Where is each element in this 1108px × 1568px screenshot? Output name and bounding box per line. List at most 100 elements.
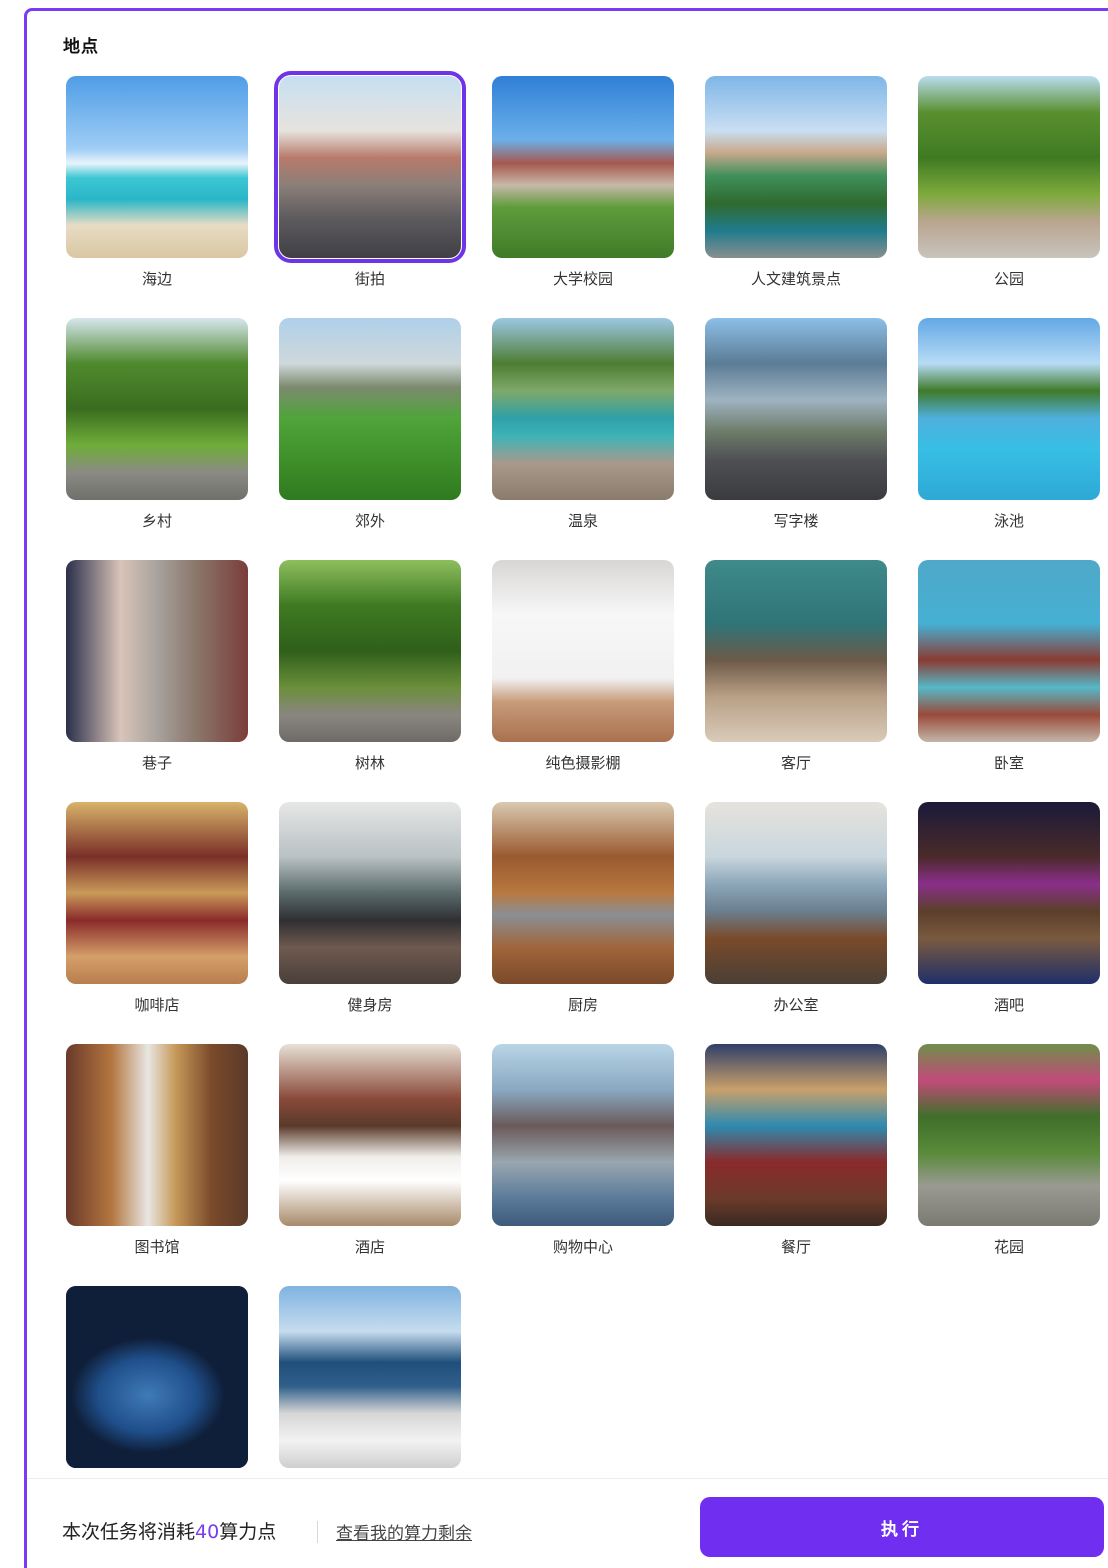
location-tile-yacht[interactable] (279, 1286, 461, 1468)
location-tile-studio[interactable]: 纯色摄影棚 (492, 560, 674, 772)
location-tile-landmark[interactable]: 人文建筑景点 (705, 76, 887, 288)
location-label: 大学校园 (552, 270, 613, 288)
location-thumbnail[interactable] (66, 802, 248, 984)
suburb-scene-image (279, 318, 461, 500)
location-thumbnail[interactable] (492, 1044, 674, 1226)
location-tile-cafe[interactable]: 咖啡店 (66, 802, 248, 1014)
location-tile-mall[interactable]: 购物中心 (492, 1044, 674, 1256)
location-thumbnail[interactable] (279, 1044, 461, 1226)
bedroom-scene-image (918, 560, 1100, 742)
landmark-scene-image (705, 76, 887, 258)
location-tile-living-room[interactable]: 客厅 (705, 560, 887, 772)
location-label: 厨房 (567, 996, 598, 1014)
location-tile-suburb[interactable]: 郊外 (279, 318, 461, 530)
location-thumbnail[interactable] (279, 560, 461, 742)
location-tile-library[interactable]: 图书馆 (66, 1044, 248, 1256)
cost-prefix: 本次任务将消耗 (62, 1521, 196, 1543)
location-thumbnail[interactable] (66, 1286, 248, 1468)
street-scene-image (279, 76, 461, 258)
location-thumbnail[interactable] (66, 76, 248, 258)
restaurant-scene-image (705, 1044, 887, 1226)
location-thumbnail[interactable] (705, 560, 887, 742)
location-label: 乡村 (141, 512, 172, 530)
location-tile-hotspring[interactable]: 温泉 (492, 318, 674, 530)
location-label: 纯色摄影棚 (545, 754, 621, 772)
location-label: 郊外 (354, 512, 385, 530)
office-scene-image (705, 802, 887, 984)
location-thumbnail[interactable] (492, 560, 674, 742)
location-tile-pool[interactable]: 泳池 (918, 318, 1100, 530)
studio-scene-image (492, 560, 674, 742)
location-label: 公园 (993, 270, 1024, 288)
yacht-scene-image (279, 1286, 461, 1468)
location-label: 街拍 (354, 270, 385, 288)
garden-scene-image (918, 1044, 1100, 1226)
location-tile-office-tower[interactable]: 写字楼 (705, 318, 887, 530)
run-button[interactable]: 执行 (700, 1497, 1104, 1557)
location-thumbnail[interactable] (66, 318, 248, 500)
location-tile-bar[interactable]: 酒吧 (918, 802, 1100, 1014)
cost-value: 40 (195, 1521, 220, 1543)
location-tile-hotel[interactable]: 酒店 (279, 1044, 461, 1256)
location-label: 卧室 (993, 754, 1024, 772)
location-tile-forest[interactable]: 树林 (279, 560, 461, 772)
location-tile-spaceship[interactable] (66, 1286, 248, 1468)
view-balance-link[interactable]: 查看我的算力剩余 (336, 1519, 472, 1544)
location-tile-restaurant[interactable]: 餐厅 (705, 1044, 887, 1256)
location-label: 客厅 (780, 754, 811, 772)
location-thumbnail[interactable] (918, 318, 1100, 500)
location-thumbnail[interactable] (492, 802, 674, 984)
location-tile-beach[interactable]: 海边 (66, 76, 248, 288)
location-tile-village[interactable]: 乡村 (66, 318, 248, 530)
location-label: 泳池 (993, 512, 1024, 530)
location-thumbnail[interactable] (66, 1044, 248, 1226)
location-thumbnail[interactable] (492, 318, 674, 500)
hotspring-scene-image (492, 318, 674, 500)
gym-scene-image (279, 802, 461, 984)
spaceship-scene-image (66, 1286, 248, 1468)
footer-bar: 本次任务将消耗40算力点 查看我的算力剩余 执行 (27, 1478, 1108, 1557)
location-thumbnail[interactable] (274, 71, 466, 263)
location-label: 酒店 (354, 1238, 385, 1256)
location-tile-office[interactable]: 办公室 (705, 802, 887, 1014)
location-thumbnail[interactable] (705, 1044, 887, 1226)
beach-scene-image (66, 76, 248, 258)
location-thumbnail[interactable] (918, 76, 1100, 258)
mall-scene-image (492, 1044, 674, 1226)
village-scene-image (66, 318, 248, 500)
hotel-scene-image (279, 1044, 461, 1226)
location-label: 图书馆 (134, 1238, 180, 1256)
park-scene-image (918, 76, 1100, 258)
location-tile-garden[interactable]: 花园 (918, 1044, 1100, 1256)
location-tile-bedroom[interactable]: 卧室 (918, 560, 1100, 772)
location-tile-alley[interactable]: 巷子 (66, 560, 248, 772)
location-label: 办公室 (773, 996, 819, 1014)
location-thumbnail[interactable] (279, 318, 461, 500)
location-thumbnail[interactable] (705, 802, 887, 984)
location-label: 写字楼 (773, 512, 819, 530)
cost-suffix: 算力点 (219, 1521, 277, 1543)
location-tile-kitchen[interactable]: 厨房 (492, 802, 674, 1014)
location-thumbnail[interactable] (66, 560, 248, 742)
kitchen-scene-image (492, 802, 674, 984)
location-thumbnail[interactable] (492, 76, 674, 258)
location-tile-campus[interactable]: 大学校园 (492, 76, 674, 288)
location-thumbnail[interactable] (918, 802, 1100, 984)
location-thumbnail[interactable] (918, 560, 1100, 742)
location-thumbnail[interactable] (279, 1286, 461, 1468)
location-thumbnail[interactable] (918, 1044, 1100, 1226)
office-tower-scene-image (705, 318, 887, 500)
location-tile-gym[interactable]: 健身房 (279, 802, 461, 1014)
location-label: 温泉 (567, 512, 598, 530)
location-label: 树林 (354, 754, 385, 772)
bar-scene-image (918, 802, 1100, 984)
location-tile-park[interactable]: 公园 (918, 76, 1100, 288)
location-thumbnail[interactable] (705, 76, 887, 258)
location-tile-street[interactable]: 街拍 (274, 71, 466, 288)
location-label: 健身房 (347, 996, 393, 1014)
location-thumbnail[interactable] (705, 318, 887, 500)
pool-scene-image (918, 318, 1100, 500)
location-label: 购物中心 (552, 1238, 613, 1256)
location-thumbnail[interactable] (279, 802, 461, 984)
alley-scene-image (66, 560, 248, 742)
